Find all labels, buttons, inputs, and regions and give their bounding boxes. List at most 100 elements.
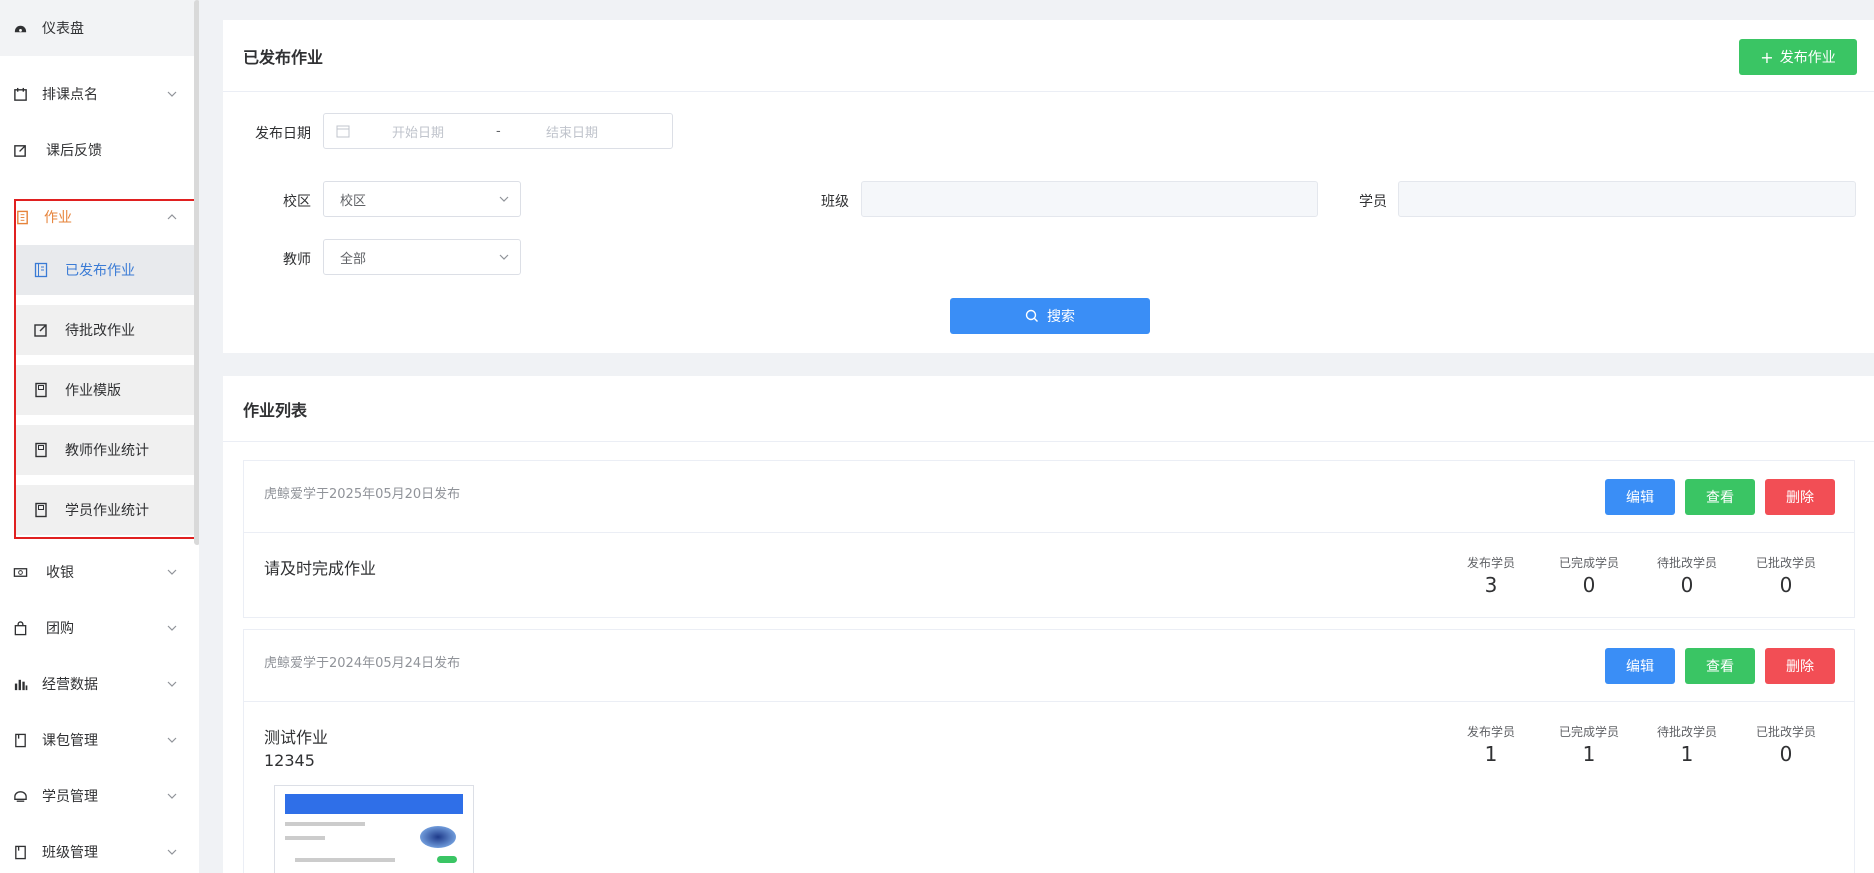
sidebar-item-label: 团购: [46, 621, 74, 637]
sidebar: 仪表盘 排课点名 课后反馈 作业 已发布作业 待批改作业 作业模版 教师作业统计…: [0, 0, 199, 873]
student-input[interactable]: [1398, 181, 1856, 217]
range-separator: -: [496, 123, 501, 139]
view-button[interactable]: 查看: [1685, 648, 1755, 684]
search-button-label: 搜索: [1047, 309, 1075, 325]
sidebar-scrollbar[interactable]: [194, 0, 199, 545]
campus-select-value: 校区: [340, 193, 367, 209]
calendar-icon: [12, 86, 28, 102]
stat-completed: 已完成学员 1: [1539, 723, 1639, 766]
sidebar-item-classes[interactable]: 班级管理: [0, 824, 199, 873]
stat-value: 3: [1484, 573, 1498, 597]
calendar-icon: [336, 125, 350, 138]
list-title: 作业列表: [223, 376, 1874, 442]
end-date-input[interactable]: 结束日期: [546, 122, 598, 141]
attachment-thumbnail[interactable]: [274, 785, 474, 873]
page-title: 已发布作业: [223, 20, 1874, 92]
bag-icon: [12, 620, 28, 636]
dashboard-icon: [12, 20, 28, 36]
teacher-label: 教师: [283, 252, 311, 268]
sidebar-item-group-buy[interactable]: 团购: [0, 600, 199, 656]
thumbnail-toggle: [437, 856, 457, 863]
highlight-box: [14, 199, 198, 539]
package-icon: [12, 732, 28, 748]
class-input[interactable]: [861, 181, 1318, 217]
thumbnail-line: [285, 822, 365, 826]
class-icon: [12, 844, 28, 860]
stat-label: 已完成学员: [1558, 725, 1619, 739]
sidebar-item-label: 学员管理: [42, 789, 98, 805]
stat-label: 已批改学员: [1755, 556, 1816, 570]
chevron-down-icon: [167, 681, 177, 687]
thumbnail-line: [295, 858, 395, 862]
stat-label: 已批改学员: [1755, 725, 1816, 739]
sidebar-item-label: 课包管理: [42, 733, 98, 749]
chevron-down-icon: [167, 569, 177, 575]
teacher-select-value: 全部: [340, 251, 367, 267]
thumbnail-header-bar: [285, 794, 463, 814]
sidebar-item-label: 排课点名: [42, 87, 98, 103]
stat-label: 发布学员: [1466, 725, 1515, 739]
sidebar-item-label: 班级管理: [42, 845, 98, 861]
thumbnail-line: [285, 836, 325, 840]
sidebar-item-label: 课后反馈: [46, 143, 102, 159]
stat-label: 已完成学员: [1558, 556, 1619, 570]
cashier-icon: [12, 564, 28, 580]
stat-value: 1: [1484, 742, 1498, 766]
teacher-select[interactable]: 全部: [323, 239, 521, 275]
homework-item-header: 虎鲸爱学于2025年05月20日发布 编辑 查看 删除: [244, 461, 1854, 533]
edit-icon: [12, 142, 28, 158]
sidebar-item-package[interactable]: 课包管理: [0, 712, 199, 768]
edit-button[interactable]: 编辑: [1605, 648, 1675, 684]
sidebar-item-cashier[interactable]: 收银: [0, 544, 199, 600]
stat-published: 发布学员 1: [1441, 723, 1541, 766]
sidebar-item-feedback[interactable]: 课后反馈: [0, 122, 199, 178]
chevron-down-icon: [167, 849, 177, 855]
publish-homework-button[interactable]: + 发布作业: [1739, 39, 1857, 75]
chevron-down-icon: [167, 737, 177, 743]
plus-icon: +: [1760, 47, 1774, 67]
stat-label: 发布学员: [1466, 556, 1515, 570]
homework-title: 测试作业: [264, 728, 329, 747]
stat-pending: 待批改学员 1: [1637, 723, 1737, 766]
campus-label: 校区: [283, 194, 311, 210]
filter-card: 已发布作业 + 发布作业 发布日期 开始日期 - 结束日期 校区 校区 班级 学…: [223, 20, 1874, 353]
stat-completed: 已完成学员 0: [1539, 554, 1639, 597]
campus-select[interactable]: 校区: [323, 181, 521, 217]
date-label: 发布日期: [255, 126, 311, 142]
sidebar-item-students[interactable]: 学员管理: [0, 768, 199, 824]
sidebar-item-label: 仪表盘: [42, 21, 84, 37]
stat-label: 待批改学员: [1656, 556, 1717, 570]
stat-label: 待批改学员: [1656, 725, 1717, 739]
sidebar-item-dashboard[interactable]: 仪表盘: [0, 0, 199, 56]
thumbnail-graphic: [420, 826, 456, 848]
stat-value: 0: [1779, 573, 1793, 597]
student-icon: [12, 788, 28, 804]
date-range-picker[interactable]: 开始日期 - 结束日期: [323, 113, 673, 149]
stat-graded: 已批改学员 0: [1736, 723, 1836, 766]
publish-button-label: 发布作业: [1779, 50, 1836, 66]
sidebar-item-label: 经营数据: [42, 677, 98, 693]
chevron-down-icon: [167, 91, 177, 97]
sidebar-item-business-data[interactable]: 经营数据: [0, 656, 199, 712]
homework-description: 12345: [264, 751, 315, 770]
search-icon: [1025, 309, 1038, 322]
chevron-down-icon: [167, 793, 177, 799]
homework-meta: 虎鲸爱学于2024年05月24日发布: [264, 656, 461, 671]
edit-button[interactable]: 编辑: [1605, 479, 1675, 515]
search-button[interactable]: 搜索: [950, 298, 1150, 334]
stat-value: 0: [1582, 573, 1596, 597]
stat-value: 1: [1680, 742, 1694, 766]
student-label: 学员: [1359, 194, 1387, 210]
start-date-input[interactable]: 开始日期: [392, 122, 496, 141]
homework-meta: 虎鲸爱学于2025年05月20日发布: [264, 487, 461, 502]
stat-value: 0: [1779, 742, 1793, 766]
sidebar-item-schedule[interactable]: 排课点名: [0, 66, 199, 122]
sidebar-item-label: 收银: [46, 565, 74, 581]
homework-item: 虎鲸爱学于2024年05月24日发布 编辑 查看 删除 测试作业 12345 发…: [243, 629, 1855, 873]
stat-value: 1: [1582, 742, 1596, 766]
homework-item-header: 虎鲸爱学于2024年05月24日发布 编辑 查看 删除: [244, 630, 1854, 702]
delete-button[interactable]: 删除: [1765, 648, 1835, 684]
bar-chart-icon: [12, 676, 28, 692]
delete-button[interactable]: 删除: [1765, 479, 1835, 515]
view-button[interactable]: 查看: [1685, 479, 1755, 515]
